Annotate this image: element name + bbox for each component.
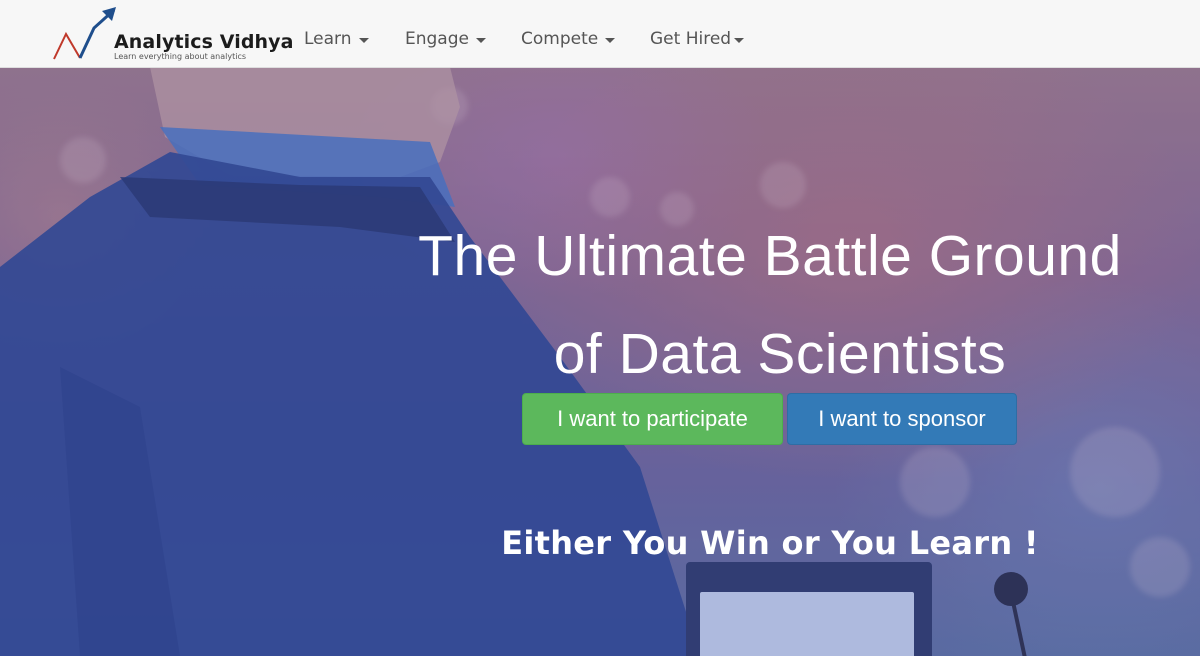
nav-compete-label: Compete bbox=[521, 29, 599, 49]
nav-get-hired-dropdown[interactable]: Get Hired bbox=[650, 29, 745, 49]
hero-title-line2: of Data Scientists bbox=[553, 322, 1007, 386]
page: Analytics Vidhya Learn everything about … bbox=[0, 0, 1200, 656]
caret-down-icon bbox=[358, 37, 369, 43]
nav-learn-dropdown[interactable]: Learn bbox=[304, 29, 369, 49]
hero-title-line1: The Ultimate Battle Ground bbox=[418, 224, 1122, 288]
trend-arrow-logo-icon bbox=[53, 7, 116, 60]
nav-engage-label: Engage bbox=[405, 29, 469, 49]
caret-down-icon bbox=[734, 37, 745, 43]
caret-down-icon bbox=[605, 37, 616, 43]
brand-tagline: Learn everything about analytics bbox=[114, 52, 247, 61]
nav-engage-dropdown[interactable]: Engage bbox=[405, 29, 486, 49]
hero-tagline: Either You Win or You Learn ! bbox=[501, 524, 1039, 562]
nav-learn-label: Learn bbox=[304, 29, 352, 49]
brand-logo-link[interactable]: Analytics Vidhya Learn everything about … bbox=[52, 6, 294, 64]
nav-get-hired-label: Get Hired bbox=[650, 29, 732, 49]
sponsor-button[interactable]: I want to sponsor bbox=[787, 393, 1017, 445]
caret-down-icon bbox=[475, 37, 486, 43]
hero-title: The Ultimate Battle Ground of Data Scien… bbox=[340, 207, 1200, 403]
participate-button[interactable]: I want to participate bbox=[522, 393, 783, 445]
top-navbar: Analytics Vidhya Learn everything about … bbox=[0, 0, 1200, 68]
nav-compete-dropdown[interactable]: Compete bbox=[521, 29, 616, 49]
brand-name: Analytics Vidhya bbox=[114, 31, 294, 53]
hero-banner: The Ultimate Battle Ground of Data Scien… bbox=[0, 67, 1200, 656]
